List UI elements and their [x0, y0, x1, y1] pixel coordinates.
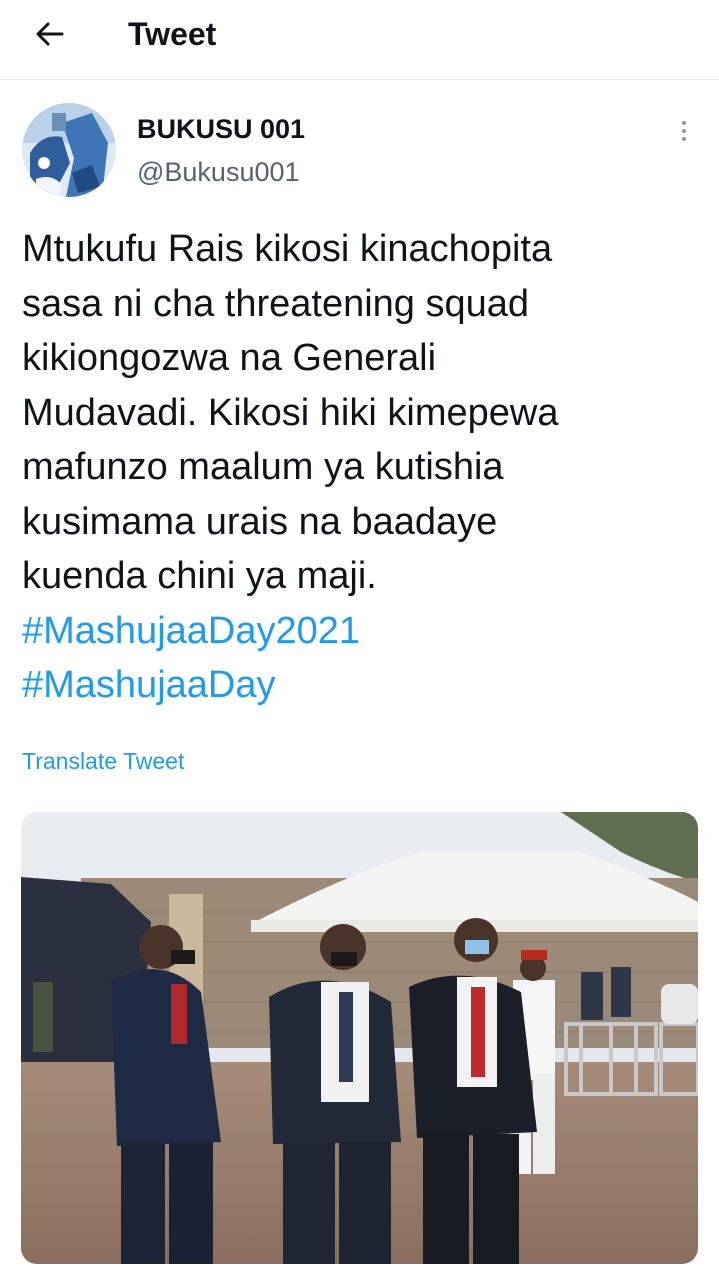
top-bar: Tweet	[0, 0, 719, 80]
tweet-line: sasa ni cha threatening squad	[22, 282, 530, 325]
tweet-line: mafunzo maalum ya kutishia	[22, 446, 504, 488]
tweet-line: Mtukufu Rais kikosi kinachopita	[22, 228, 553, 270]
tweet-line: kikiongozwa na Generali	[22, 337, 437, 379]
tweet-text: Mtukufu Rais kikosi kinachopita sasa ni …	[22, 222, 692, 713]
hashtag-link[interactable]: #MashujaaDay	[22, 658, 692, 713]
avatar[interactable]	[22, 103, 116, 197]
tweet-photo[interactable]	[21, 812, 698, 1264]
hashtag-link[interactable]: #MashujaaDay2021	[22, 604, 692, 659]
back-button[interactable]	[30, 14, 70, 54]
translate-tweet-link[interactable]: Translate Tweet	[22, 746, 184, 776]
more-vertical-icon[interactable]	[672, 116, 696, 146]
tweet-line: kusimama urais na baadaye	[22, 500, 498, 543]
page-title: Tweet	[128, 16, 217, 52]
tweet-line: kuenda chini ya maji.	[22, 555, 377, 597]
tweet-line: Mudavadi. Kikosi hiki kimepewa	[22, 391, 559, 434]
arrow-left-icon	[36, 22, 64, 46]
author-name[interactable]: BUKUSU 001	[137, 112, 305, 146]
author-handle[interactable]: @Bukusu001	[137, 155, 300, 189]
